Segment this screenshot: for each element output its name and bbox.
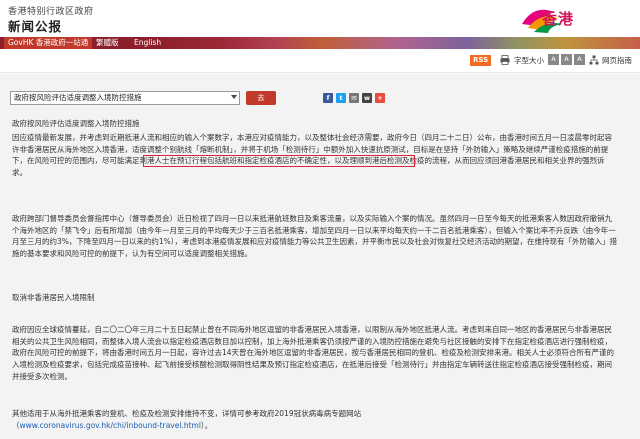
article-paragraph: 政府跨部门督导委员会督指挥中心（督导委员会）近日检视了四月一日以来抵港航班数目及… [12, 214, 618, 259]
chevron-down-icon [231, 95, 237, 99]
paragraph-text: ）。 [200, 420, 213, 430]
go-button[interactable]: 去 [246, 91, 276, 105]
coronavirus-site-link[interactable]: www.coronavirus.gov.hk/chi/inbound-trave… [20, 421, 201, 430]
brand-logo-text: 香港 [542, 10, 575, 28]
english-link[interactable]: English [134, 37, 161, 49]
more-share-icon[interactable]: + [375, 93, 385, 103]
font-size-small-button[interactable]: A [548, 54, 559, 65]
twitter-icon[interactable]: t [336, 93, 346, 103]
top-nav-bar: GovHK 香港政府一站通 繁體版 English [0, 37, 640, 49]
email-icon[interactable]: ✉ [349, 93, 359, 103]
govhk-link[interactable]: GovHK 香港政府一站通 [4, 37, 93, 49]
font-size-medium-button[interactable]: A [561, 54, 572, 65]
rss-button[interactable]: RSS [470, 55, 492, 66]
highlight-annotation [143, 155, 415, 167]
header: 香港特别行政区政府 新闻公报 香港 [0, 0, 640, 37]
main-content: 政府按风险评估适度调整入境防控措施 去 f t ✉ w + 政府按风险评估适度调… [0, 74, 640, 439]
facebook-icon[interactable]: f [323, 93, 333, 103]
brand-hong-kong-logo[interactable] [520, 2, 632, 34]
site-title[interactable]: 新闻公报 [8, 16, 62, 35]
section-heading: 取消非香港居民入境限制 [12, 293, 95, 302]
utility-bar: RSS 字型大小 A A A 网页指南 [0, 49, 640, 73]
print-icon[interactable] [500, 55, 510, 65]
sitemap-link[interactable]: 网页指南 [602, 55, 632, 66]
sitemap-icon[interactable] [589, 55, 599, 65]
article-paragraph: 政府因应全球疫情蔓延，自二〇二〇年三月二十五日起禁止曾在不同海外地区逗留的非香港… [12, 325, 615, 381]
font-size-large-button[interactable]: A [574, 54, 585, 65]
article-title: 政府按风险评估适度调整入境防控措施 [12, 119, 140, 128]
select-value: 政府按风险评估适度调整入境防控措施 [14, 93, 142, 102]
press-release-select[interactable]: 政府按风险评估适度调整入境防控措施 [10, 91, 240, 105]
traditional-chinese-link[interactable]: 繁體版 [96, 37, 119, 49]
weibo-icon[interactable]: w [362, 93, 372, 103]
article-paragraph: 其他适用于从海外抵港乘客的登机、检疫及检测安排维持不变，详情可参考政府2019冠… [12, 409, 362, 430]
decorative-stripes [150, 37, 640, 49]
paragraph-text: 其他适用于从海外抵港乘客的登机、检疫及检测安排维持不变，详情可参考政府2019冠… [12, 409, 362, 418]
font-size-label: 字型大小 [514, 56, 544, 65]
